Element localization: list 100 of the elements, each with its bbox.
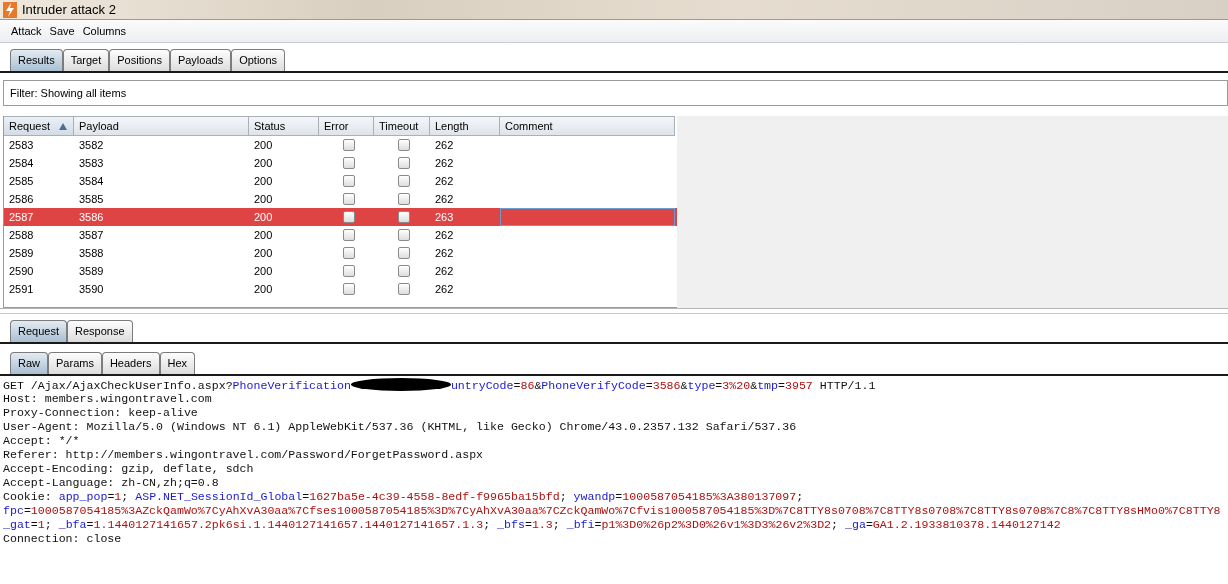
checkbox[interactable] xyxy=(343,175,355,187)
checkbox[interactable] xyxy=(398,139,410,151)
table-cell-text: 2590 xyxy=(8,264,35,279)
checkbox[interactable] xyxy=(343,229,355,241)
table-cell-text: 200 xyxy=(253,264,274,279)
tab[interactable]: Hex xyxy=(159,352,196,374)
table-cell-text: 262 xyxy=(434,228,455,243)
table-cell-text: 262 xyxy=(434,192,455,207)
table-cell-text: 200 xyxy=(253,192,274,207)
window-title: Intruder attack 2 xyxy=(22,2,116,17)
table-row[interactable]: 2591 3590 200 262 xyxy=(4,280,677,298)
request-line: Accept-Encoding: gzip, deflate, sdch xyxy=(3,462,255,476)
request-line: Referer: http://members.wingontravel.com/Password/ForgetPassword.aspx xyxy=(3,448,485,462)
column-header[interactable]: Comment xyxy=(500,116,675,136)
table-cell-text: 2585 xyxy=(8,174,35,189)
table-cell-text: 263 xyxy=(434,210,455,225)
table-cell-text: 3582 xyxy=(78,138,105,153)
table-row[interactable]: 2590 3589 200 262 xyxy=(4,262,677,280)
table-row[interactable]: 2583 3582 200 262 xyxy=(4,136,677,154)
tab[interactable]: Positions xyxy=(109,49,170,71)
request-line: _gat=1; _bfa=1.1440127141657.2pk6si.1.1440127141657.1440127141657.1.3; _bfs=1.3; _bfi=p1%3D0%26p2%3D0%26v1%3D3%26v2%3D2; _ga=GA1.2.1933810378.1440127142 xyxy=(3,518,1062,532)
table-cell-text: 262 xyxy=(434,282,455,297)
table-cell-text: 2588 xyxy=(8,228,35,243)
table-cell-text: 200 xyxy=(253,210,274,225)
menu-item[interactable]: Columns xyxy=(79,25,130,37)
table-cell-text: 200 xyxy=(253,174,274,189)
checkbox[interactable] xyxy=(343,139,355,151)
table-cell-text: 3583 xyxy=(78,156,105,171)
request-line: Cookie: app_pop=1; ASP.NET_SessionId_Global=1627ba5e-4c39-4558-8edf-f9965ba15bfd; ywandp=1000587054185%3A380137097; xyxy=(3,490,805,504)
menu-item[interactable]: Save xyxy=(46,25,78,37)
column-header[interactable]: Timeout xyxy=(374,116,430,136)
checkbox[interactable] xyxy=(398,265,410,277)
table-row[interactable]: 2586 3585 200 262 xyxy=(4,190,677,208)
checkbox[interactable] xyxy=(343,193,355,205)
tab[interactable]: Target xyxy=(62,49,110,71)
column-header[interactable]: Payload xyxy=(74,116,249,136)
tab[interactable]: Params xyxy=(48,352,102,374)
checkbox[interactable] xyxy=(343,247,355,259)
filter-bar[interactable]: Filter: Showing all items xyxy=(3,80,1228,106)
checkbox[interactable] xyxy=(343,265,355,277)
checkbox[interactable] xyxy=(398,283,410,295)
checkbox[interactable] xyxy=(398,247,410,259)
table-row[interactable]: 2584 3583 200 262 xyxy=(4,154,677,172)
table-cell-text: 262 xyxy=(434,246,455,261)
checkbox[interactable] xyxy=(398,211,410,223)
table-cell-text: 2584 xyxy=(8,156,35,171)
checkbox[interactable] xyxy=(343,211,355,223)
column-header[interactable]: Length xyxy=(430,116,500,136)
table-cell-text: 200 xyxy=(253,156,274,171)
table-cell-text: 2589 xyxy=(8,246,35,261)
table-cell-text: 262 xyxy=(434,264,455,279)
table-cell-text: 200 xyxy=(253,246,274,261)
tab[interactable]: Request xyxy=(10,320,67,342)
table-row[interactable]: 2589 3588 200 262 xyxy=(4,244,677,262)
request-line: Proxy-Connection: keep-alive xyxy=(3,406,199,420)
table-cell-text: 3585 xyxy=(78,192,105,207)
table-cell-text: 3586 xyxy=(78,210,105,225)
table-cell-text: 2587 xyxy=(8,210,35,225)
request-line: Connection: close xyxy=(3,532,123,546)
table-row[interactable]: 2588 3587 200 262 xyxy=(4,226,677,244)
menu-item[interactable]: Attack xyxy=(8,25,45,37)
checkbox[interactable] xyxy=(343,157,355,169)
table-cell-text: 262 xyxy=(434,156,455,171)
tab[interactable]: Response xyxy=(67,320,133,342)
tab[interactable]: Payloads xyxy=(169,49,232,71)
tab[interactable]: Headers xyxy=(101,352,160,374)
table-cell-text: 200 xyxy=(253,228,274,243)
checkbox[interactable] xyxy=(398,175,410,187)
request-line: GET /Ajax/AjaxCheckUserInfo.aspx?PhoneVerification untryCode=86&PhoneVerifyCode=3586&type=3%20&tmp=3957 HTTP/1.1 xyxy=(3,378,877,392)
table-row[interactable]: 2585 3584 200 262 xyxy=(4,172,677,190)
table-cell-text: 3584 xyxy=(78,174,105,189)
tab[interactable]: Results xyxy=(10,49,63,71)
table-cell-text: 3588 xyxy=(78,246,105,261)
app-icon xyxy=(3,1,17,18)
table-cell-text: 3589 xyxy=(78,264,105,279)
column-header[interactable]: Error xyxy=(319,116,374,136)
column-header[interactable]: Status xyxy=(249,116,319,136)
sort-ascending-icon xyxy=(59,122,67,130)
table-cell-text: 3590 xyxy=(78,282,105,297)
table-cell-text: 200 xyxy=(253,138,274,153)
tab[interactable]: Options xyxy=(231,49,286,71)
table-cell-text: 200 xyxy=(253,282,274,297)
request-line: fpc=1000587054185%3AZckQamWo%7CyAhXvA30aa%7Cfses1000587054185%3D%7CyAhXvA30aa%7CZckQamWo%7Cfvis1000587054185%3D%7C8TTY8s0708%7C8TTY8s0708%7C8TTY8s0708%7C8%7C8TTY8sHMo0%7C8TTY8 xyxy=(3,504,1222,518)
column-header[interactable]: Request xyxy=(4,116,74,136)
checkbox[interactable] xyxy=(398,157,410,169)
table-row[interactable]: 2587 3586 200 263 xyxy=(4,208,677,226)
table-cell-text: 2586 xyxy=(8,192,35,207)
table-cell-text: 262 xyxy=(434,138,455,153)
request-line: User-Agent: Mozilla/5.0 (Windows NT 6.1) AppleWebKit/537.36 (KHTML, like Gecko) Chrome/43.0.2357.132 Safari/537.36 xyxy=(3,420,798,434)
request-line: Accept-Language: zh-CN,zh;q=0.8 xyxy=(3,476,220,490)
checkbox[interactable] xyxy=(343,283,355,295)
table-cell-text: 3587 xyxy=(78,228,105,243)
table-cell-text: 262 xyxy=(434,174,455,189)
request-line: Host: members.wingontravel.com xyxy=(3,392,213,406)
table-cell-text: 2591 xyxy=(8,282,35,297)
checkbox[interactable] xyxy=(398,229,410,241)
table-cell-text: 2583 xyxy=(8,138,35,153)
tab[interactable]: Raw xyxy=(10,352,48,374)
checkbox[interactable] xyxy=(398,193,410,205)
request-line: Accept: */* xyxy=(3,434,81,448)
